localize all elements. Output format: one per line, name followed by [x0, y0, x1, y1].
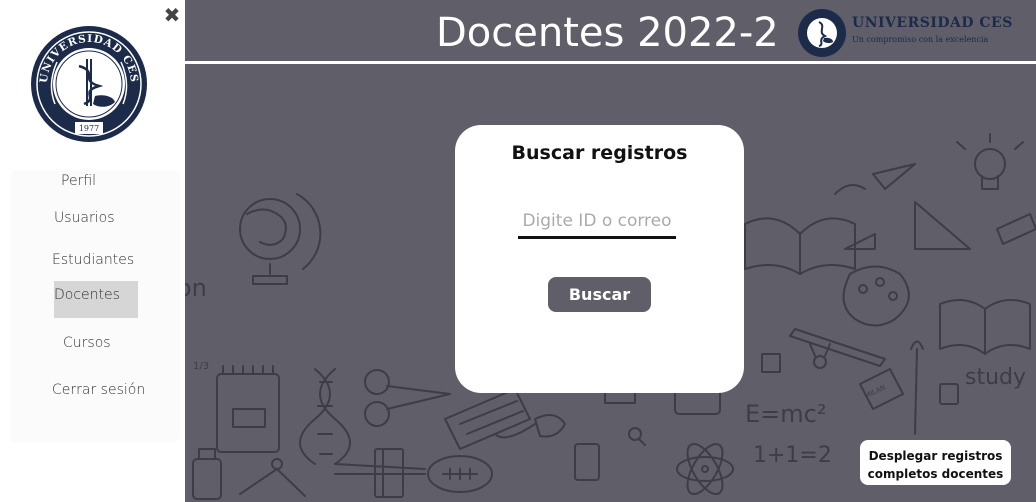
notebook-doodle — [216, 365, 280, 453]
page-title: Docentes 2022-2 — [436, 10, 779, 56]
show-all-button-line2: completos docentes — [867, 467, 1004, 481]
university-logo: UNIVERSIDAD CES 1977 — [31, 26, 147, 142]
magnifier-doodle — [628, 427, 646, 446]
scissors-doodle — [364, 369, 451, 427]
university-name: UNIVERSIDAD CES — [852, 15, 1013, 31]
doodle-text-math: 1+1=2 — [753, 443, 832, 468]
sidebar-nav: Perfil Usuarios Estudiantes Docentes Cur… — [10, 170, 180, 442]
doodle-text-emc: E=mc² — [745, 400, 826, 428]
sidebar-item-cerrar-sesion[interactable]: Cerrar sesión — [52, 382, 145, 398]
compass-doodle — [239, 458, 306, 497]
globe-doodle — [239, 193, 322, 285]
open-book-doodle — [744, 217, 856, 275]
show-all-button-line1: Desplegar registros — [868, 449, 1003, 463]
bottle-doodle — [192, 448, 222, 500]
logo-year: 1977 — [79, 124, 99, 133]
football-doodle — [427, 455, 493, 493]
university-tagline: Un compromiso con la excelencia — [852, 35, 989, 44]
sidebar: ✖ UNIVERSIDAD CES 1977 Perfil Usuarios E… — [0, 0, 185, 502]
sidebar-item-cursos[interactable]: Cursos — [63, 335, 111, 351]
doodle-text-study: study — [965, 365, 1026, 390]
book-right-doodle — [939, 299, 1031, 355]
eraser-doodle: MILAN — [859, 368, 904, 410]
doodle-text-milan: MILAN — [863, 383, 887, 400]
atom-doodle — [676, 443, 734, 495]
sidebar-item-estudiantes[interactable]: Estudiantes — [52, 252, 134, 268]
close-icon[interactable]: ✖ — [162, 4, 182, 26]
keyboard-doodle — [444, 388, 531, 450]
search-card: Buscar registros Buscar — [455, 125, 744, 393]
sidebar-item-perfil[interactable]: Perfil — [61, 173, 96, 189]
sidebar-item-docentes[interactable]: Docentes — [54, 281, 138, 318]
search-card-title: Buscar registros — [511, 142, 688, 164]
lightbulb-doodle — [956, 133, 1024, 190]
svg-text:1/3: 1/3 — [193, 361, 209, 372]
university-seal-icon — [798, 9, 846, 57]
search-button[interactable]: Buscar — [548, 277, 651, 312]
palette-doodle — [842, 265, 910, 327]
doodle-text-on: on — [185, 274, 207, 302]
sidebar-item-usuarios[interactable]: Usuarios — [54, 210, 115, 226]
dna-doodle — [299, 368, 351, 465]
triangle-ruler-doodle — [844, 201, 971, 250]
show-all-teachers-button[interactable]: Desplegar registros completos docentes — [860, 440, 1011, 485]
search-input[interactable] — [518, 205, 676, 239]
